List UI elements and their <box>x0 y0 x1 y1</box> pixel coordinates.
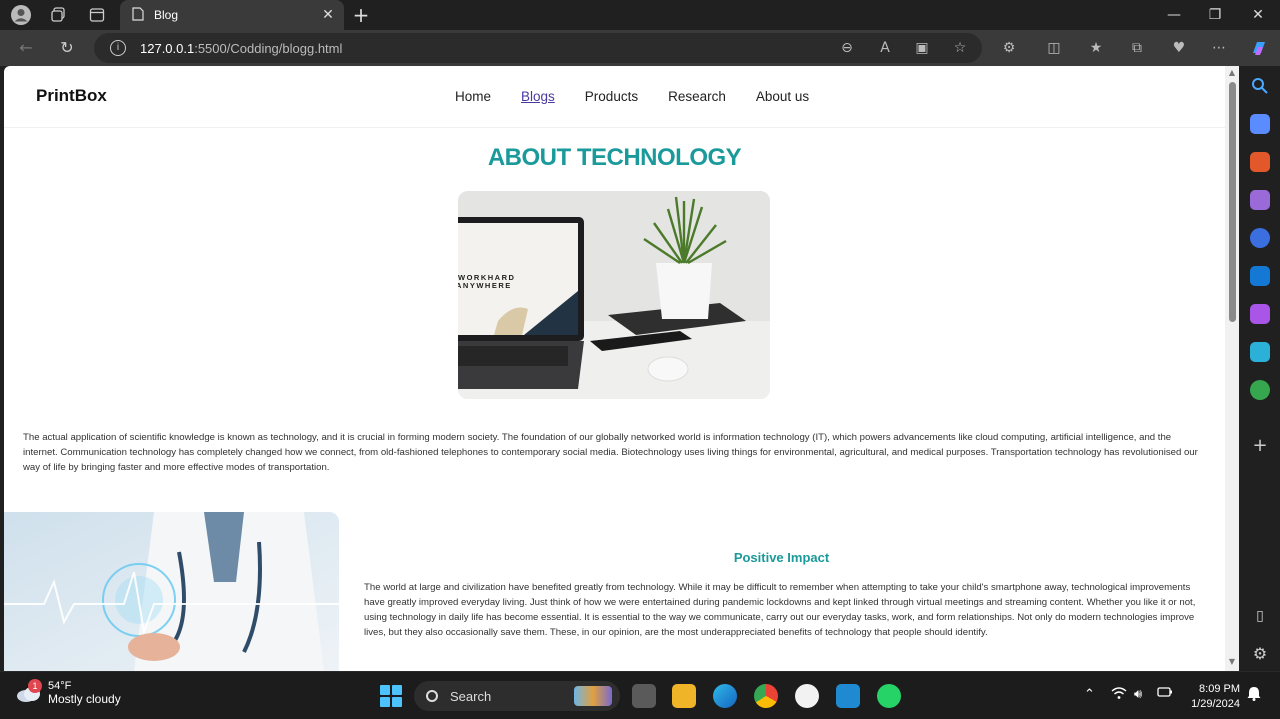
edge-sidebar: + ▯ ⚙ <box>1240 66 1280 671</box>
chrome-app-icon[interactable] <box>754 684 778 708</box>
system-clock[interactable]: 8:09 PM 1/29/2024 <box>1186 682 1240 712</box>
sidebar-copilot-icon[interactable] <box>1250 228 1270 248</box>
sidebar-shopping-icon[interactable] <box>1250 114 1270 134</box>
zoom-icon[interactable]: ⊖ <box>838 39 856 57</box>
favorites-icon[interactable]: ★ <box>1087 39 1105 57</box>
sidebar-tree-icon[interactable] <box>1250 380 1270 400</box>
sidebar-designer-icon[interactable] <box>1250 304 1270 324</box>
page-icon <box>132 6 144 24</box>
search-icon <box>426 690 438 702</box>
clock-time: 8:09 PM <box>1199 683 1240 695</box>
hero-text-2: ANYWHERE <box>458 281 512 290</box>
intro-paragraph: The actual application of scientific kno… <box>23 432 1198 473</box>
clock-date: 1/29/2024 <box>1191 698 1240 710</box>
volume-icon[interactable]: 🔊︎ <box>1134 686 1142 702</box>
weather-badge: 1 <box>28 679 42 693</box>
page-title: ABOUT TECHNOLOGY <box>487 144 742 171</box>
immersive-reader-icon[interactable]: ▣ <box>913 39 931 57</box>
browser-titlebar: Blog ✕ + — ❐ ✕ <box>0 0 1280 30</box>
emoji-app-icon[interactable] <box>795 684 819 708</box>
page-scrollbar[interactable]: ▲ ▼ <box>1225 66 1239 671</box>
scroll-up-arrow-icon[interactable]: ▲ <box>1228 69 1236 77</box>
sidebar-outlook-icon[interactable] <box>1250 266 1270 286</box>
favorite-star-icon[interactable]: ☆ <box>951 39 969 57</box>
nav-research[interactable]: Research <box>668 89 726 104</box>
nav-home[interactable]: Home <box>455 89 491 104</box>
scroll-down-arrow-icon[interactable]: ▼ <box>1228 658 1236 666</box>
sidebar-search-icon[interactable] <box>1250 76 1270 96</box>
taskbar-search[interactable]: Search <box>414 681 620 711</box>
workspaces-icon[interactable] <box>46 3 70 27</box>
taskbar: 1 54°F Mostly cloudy Search ⌃ 🔊︎ 8:09 PM… <box>0 671 1280 719</box>
section-title: Positive Impact <box>733 550 830 565</box>
whatsapp-app-icon[interactable] <box>877 684 901 708</box>
hero-image: WORKHARD ANYWHERE <box>458 191 770 399</box>
copilot-icon[interactable] <box>1250 39 1268 57</box>
url-host: 127.0.0.1 <box>140 40 195 56</box>
battery-icon[interactable] <box>1157 686 1173 701</box>
section-paragraph: The world at large and civilization have… <box>364 582 1196 638</box>
search-highlight-art <box>574 686 612 706</box>
sidebar-games-icon[interactable] <box>1250 190 1270 210</box>
tab-close-icon[interactable]: ✕ <box>320 7 336 23</box>
sidebar-settings-icon[interactable]: ⚙ <box>1250 644 1270 664</box>
maximize-icon[interactable]: ❐ <box>1201 4 1229 26</box>
back-icon[interactable]: ← <box>14 36 38 60</box>
collections-icon[interactable]: ⧉ <box>1128 39 1146 57</box>
sidebar-hide-icon[interactable]: ▯ <box>1250 606 1270 626</box>
edge-app-icon[interactable] <box>713 684 737 708</box>
weather-widget[interactable]: 1 54°F Mostly cloudy <box>16 679 121 706</box>
weather-temp: 54°F <box>48 680 72 692</box>
weather-desc: Mostly cloudy <box>48 692 121 706</box>
search-label: Search <box>450 688 492 704</box>
scroll-thumb[interactable] <box>1229 82 1236 322</box>
url-path: :5500/Codding/blogg.html <box>194 40 343 56</box>
split-screen-icon[interactable]: ◫ <box>1045 39 1063 57</box>
site-header: PrintBox Home Blogs Products Research Ab… <box>4 66 1225 128</box>
browser-toolbar: ← ↻ i 127.0.0.1:5500/Codding/blogg.html … <box>0 30 1280 66</box>
tab-actions-icon[interactable] <box>85 3 109 27</box>
cloud-icon: 1 <box>16 679 42 703</box>
page-viewport: PrintBox Home Blogs Products Research Ab… <box>4 66 1239 671</box>
sidebar-send-icon[interactable] <box>1250 342 1270 362</box>
task-view-icon[interactable] <box>632 684 656 708</box>
file-explorer-icon[interactable] <box>672 684 696 708</box>
more-menu-icon[interactable]: ⋯ <box>1210 39 1228 57</box>
sidebar-add-icon[interactable]: + <box>1250 436 1270 456</box>
minimize-icon[interactable]: — <box>1160 4 1188 26</box>
nav-about-us[interactable]: About us <box>756 89 809 104</box>
read-aloud-icon[interactable]: A <box>876 39 894 57</box>
health-tech-image <box>4 512 339 671</box>
performance-icon[interactable]: ♥ <box>1170 39 1188 57</box>
refresh-icon[interactable]: ↻ <box>55 36 79 60</box>
sidebar-tools-icon[interactable] <box>1250 152 1270 172</box>
tab-blog[interactable]: Blog ✕ <box>120 0 344 30</box>
site-logo[interactable]: PrintBox <box>36 86 107 106</box>
notification-bell-icon[interactable] <box>1247 686 1261 704</box>
vscode-app-icon[interactable] <box>836 684 860 708</box>
extensions-icon[interactable]: ⚙ <box>1000 39 1018 57</box>
close-window-icon[interactable]: ✕ <box>1244 4 1272 26</box>
profile-avatar-icon[interactable] <box>9 3 33 27</box>
start-button[interactable] <box>380 685 402 707</box>
site-info-icon[interactable]: i <box>110 40 126 56</box>
new-tab-icon[interactable]: + <box>350 4 372 26</box>
tab-title: Blog <box>154 8 179 22</box>
wifi-icon[interactable] <box>1111 686 1127 703</box>
nav-blogs[interactable]: Blogs <box>521 89 555 104</box>
nav-products[interactable]: Products <box>585 89 638 104</box>
site-nav: Home Blogs Products Research About us <box>455 89 809 104</box>
tray-overflow-icon[interactable]: ⌃ <box>1084 686 1095 702</box>
